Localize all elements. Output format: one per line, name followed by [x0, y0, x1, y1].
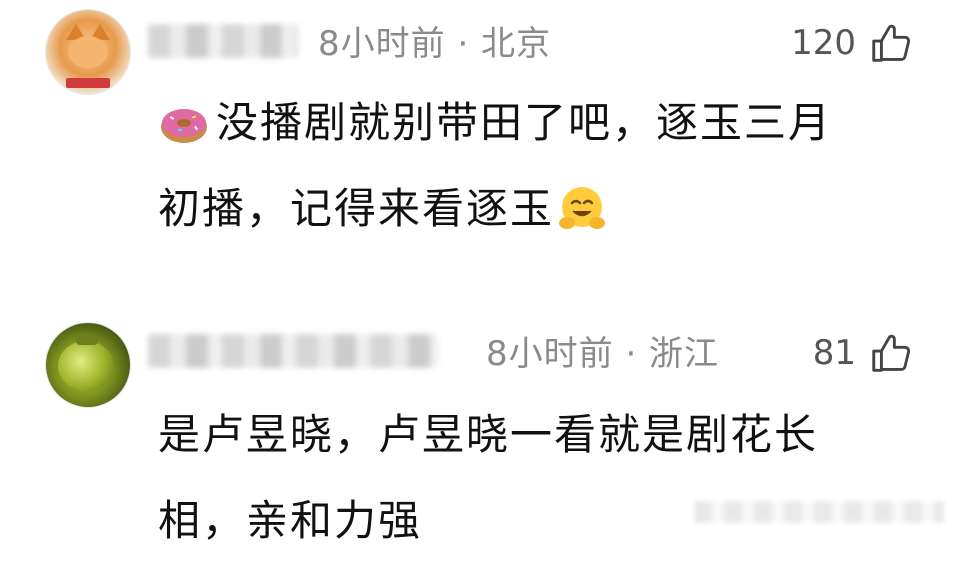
- avatar-cat-face: [68, 36, 108, 68]
- hugging-face-icon: [559, 187, 606, 229]
- comment-text-line2: 初播，记得来看逐玉: [158, 184, 555, 233]
- comment-item: 8小时前 · 北京 120 没播剧就别带田了吧，逐玉三月 初播，记得来看逐玉: [0, 0, 960, 290]
- like-count: 81: [812, 333, 856, 373]
- comment-line: 初播，记得来看逐玉: [158, 166, 832, 252]
- watermark-blurred: [694, 501, 944, 523]
- comment-line: 是卢昱晓，卢昱晓一看就是剧花长: [158, 392, 818, 478]
- comment-text-line1: 是卢昱晓，卢昱晓一看就是剧花长: [158, 410, 819, 459]
- comment-time-location: 8小时前 · 浙江: [486, 334, 720, 374]
- avatar-teapot: [58, 341, 114, 391]
- thumbs-up-icon: [872, 334, 911, 372]
- like-button[interactable]: 81: [813, 330, 914, 376]
- user-avatar[interactable]: [46, 10, 130, 94]
- comment-body: 是卢昱晓，卢昱晓一看就是剧花长 相，亲和力强: [158, 392, 818, 564]
- comment-text-line2: 相，亲和力强: [158, 496, 423, 545]
- like-count: 120: [791, 23, 856, 63]
- like-button[interactable]: 120: [791, 20, 914, 66]
- thumbs-up-icon: [872, 24, 911, 62]
- avatar-tag: [66, 78, 110, 88]
- comment-line: 没播剧就别带田了吧，逐玉三月: [158, 80, 832, 166]
- comment-body: 没播剧就别带田了吧，逐玉三月 初播，记得来看逐玉: [158, 80, 832, 252]
- donut-icon: [161, 109, 207, 143]
- username-blurred[interactable]: [148, 334, 438, 368]
- username-blurred[interactable]: [148, 24, 298, 58]
- comment-time-location: 8小时前 · 北京: [318, 24, 552, 64]
- user-avatar[interactable]: [46, 323, 130, 407]
- avatar-teapot-lid: [76, 333, 98, 345]
- comment-text-line1: 没播剧就别带田了吧，逐玉三月: [216, 98, 833, 147]
